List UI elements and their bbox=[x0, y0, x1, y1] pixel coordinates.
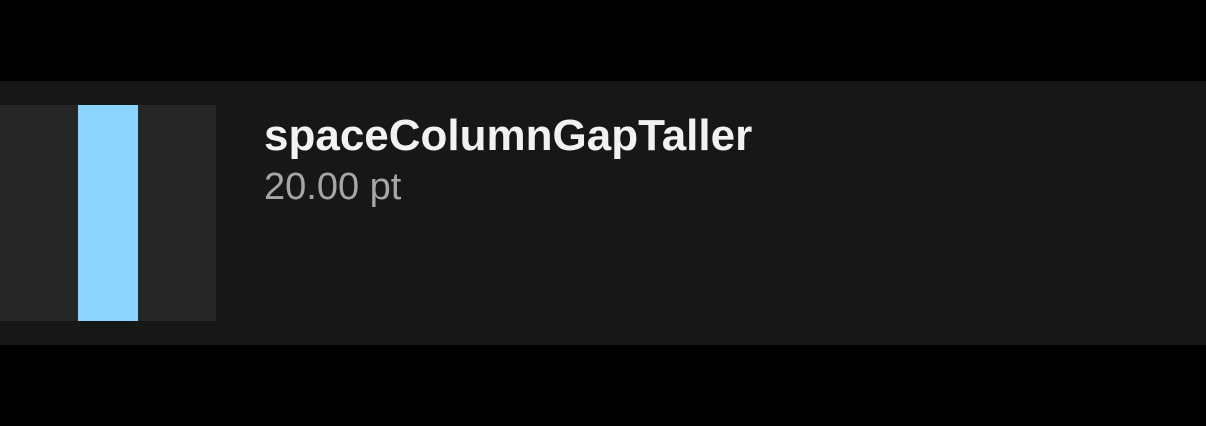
page: spaceColumnGapTaller 20.00 pt bbox=[0, 0, 1206, 426]
column-gap-bar bbox=[78, 105, 138, 321]
token-row[interactable]: spaceColumnGapTaller 20.00 pt bbox=[0, 81, 1206, 345]
token-value: 20.00 pt bbox=[264, 166, 402, 208]
gap-preview-swatch bbox=[0, 105, 216, 321]
token-name: spaceColumnGapTaller bbox=[264, 111, 753, 160]
